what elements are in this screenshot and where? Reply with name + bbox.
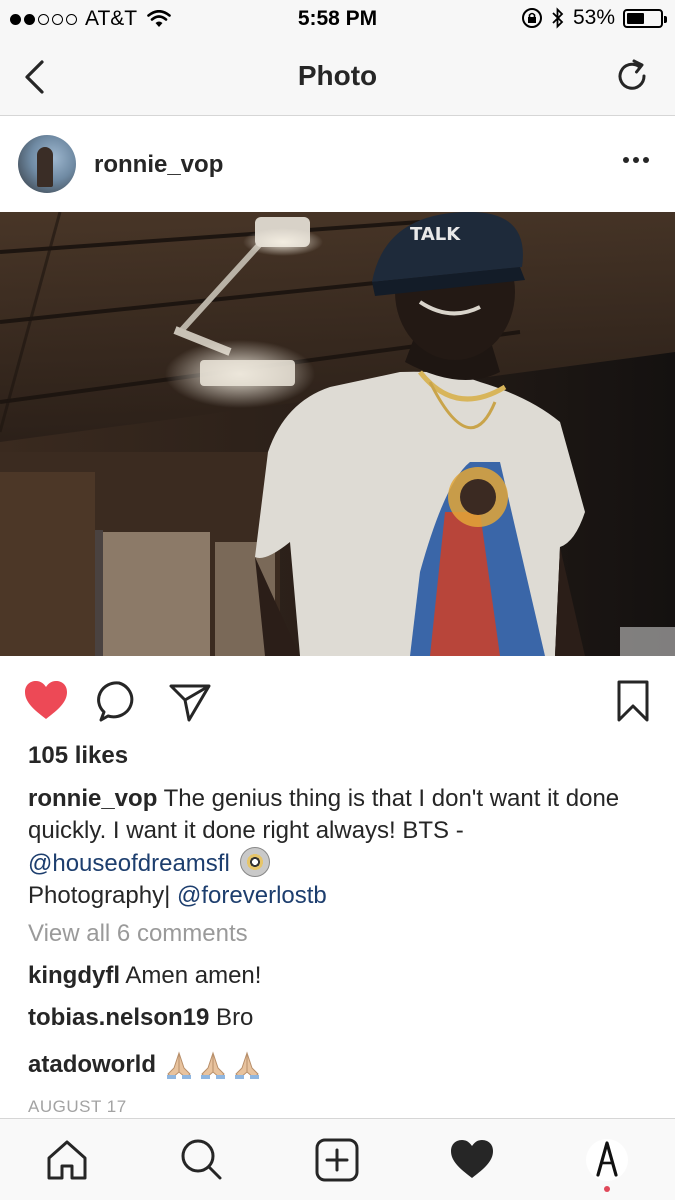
comment-item: tobias.nelson19 Bro: [28, 1004, 253, 1032]
battery-percent: 53%: [572, 6, 615, 29]
tab-bar: [0, 1118, 675, 1200]
post-date: AUGUST 17: [28, 1097, 127, 1116]
praying-hands-icon: [235, 1051, 260, 1079]
comment-icon[interactable]: [96, 678, 142, 724]
refresh-icon[interactable]: [613, 56, 653, 96]
more-options-icon[interactable]: [623, 157, 649, 163]
bookmark-icon[interactable]: [610, 678, 656, 724]
comment-item: atadoworld: [28, 1050, 262, 1080]
activity-heart-icon[interactable]: [449, 1137, 495, 1183]
praying-hands-icon: [201, 1051, 226, 1079]
post-caption: ronnie_vop The genius thing is that I do…: [28, 783, 648, 912]
comment-username[interactable]: kingdyfl: [28, 962, 120, 989]
comment-username[interactable]: atadoworld: [28, 1051, 156, 1079]
navigation-bar: Photo: [0, 38, 675, 116]
caption-username[interactable]: ronnie_vop: [28, 785, 157, 812]
photo-hat-text: TALK: [410, 224, 461, 245]
notification-dot: [604, 1186, 610, 1192]
caption-text-2: Photography|: [28, 882, 178, 909]
like-count[interactable]: 105 likes: [28, 742, 128, 770]
post-header: ronnie_vop: [0, 117, 675, 212]
battery-fill: [627, 12, 644, 24]
share-direct-icon[interactable]: [167, 678, 213, 724]
bluetooth-icon: [552, 7, 564, 29]
caption-mention-houseofdreamsfl[interactable]: @houseofdreamsfl: [28, 850, 230, 877]
status-bar: AT&T 5:58 PM 53%: [0, 0, 675, 38]
comment-username[interactable]: tobias.nelson19: [28, 1004, 209, 1031]
praying-hands-icon: [167, 1051, 192, 1079]
comment-text: Amen amen!: [120, 962, 262, 989]
caption-mention-foreverlostb[interactable]: @foreverlostb: [177, 882, 327, 909]
cd-emoji-icon: [240, 847, 271, 877]
comment-text: Bro: [209, 1004, 254, 1031]
post-username[interactable]: ronnie_vop: [94, 151, 223, 179]
avatar[interactable]: [18, 135, 76, 193]
comment-item: kingdyfl Amen amen!: [28, 962, 261, 990]
add-post-icon[interactable]: [314, 1137, 360, 1183]
home-icon[interactable]: [44, 1137, 90, 1183]
rotation-lock-icon: [521, 8, 542, 28]
like-heart-icon[interactable]: [23, 678, 69, 724]
status-right: 53%: [521, 6, 667, 30]
profile-icon[interactable]: [584, 1137, 630, 1183]
post-photo[interactable]: TALK: [0, 212, 675, 656]
battery-icon: [623, 8, 667, 28]
post-actions: [0, 672, 675, 732]
page-title: Photo: [297, 60, 378, 91]
search-icon[interactable]: [178, 1137, 224, 1183]
praying-hands-emojis: [164, 1050, 262, 1080]
view-all-comments-link[interactable]: View all 6 comments: [28, 920, 248, 948]
